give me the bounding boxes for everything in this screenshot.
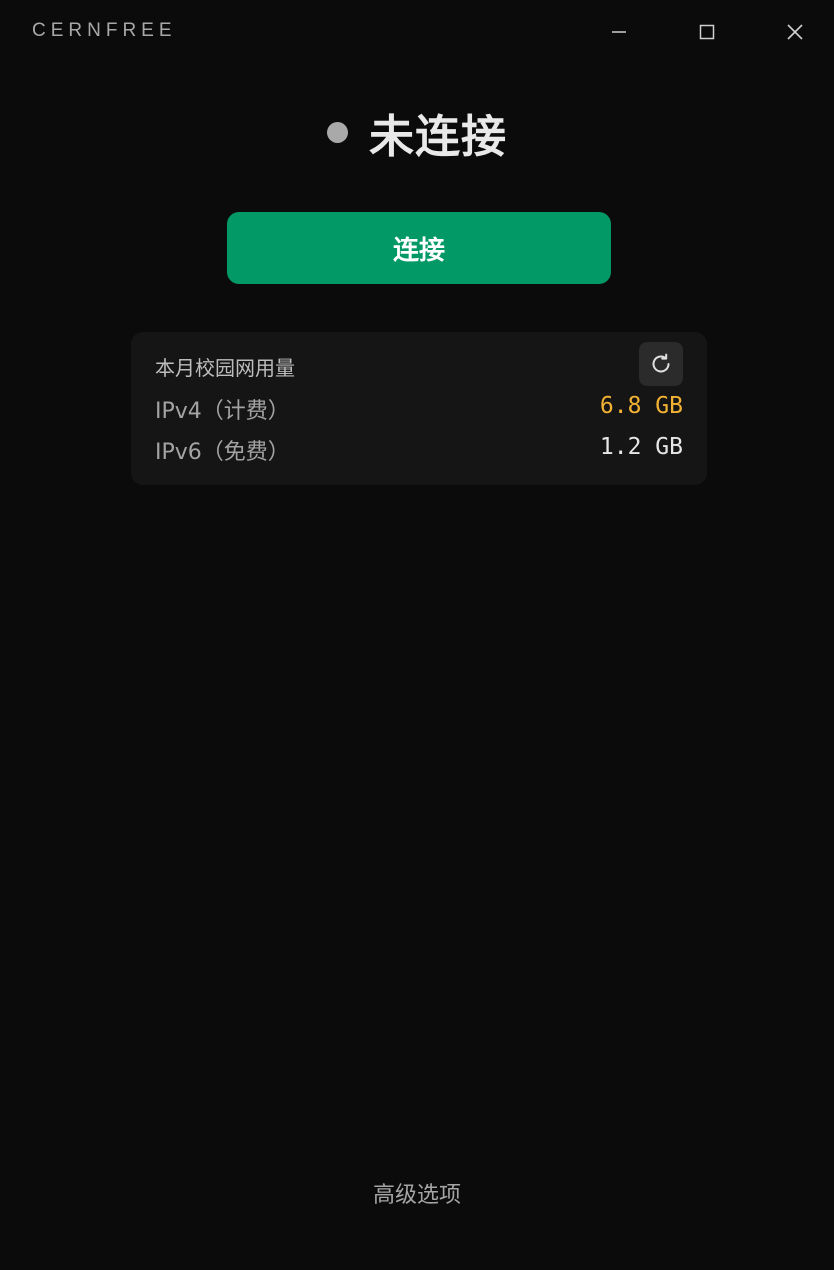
usage-label-ipv6: IPv6（免费） — [155, 440, 290, 465]
minimize-button[interactable] — [601, 14, 637, 50]
usage-row-ipv6: IPv6（免费） 1.2 GB — [155, 434, 683, 465]
maximize-button[interactable] — [689, 14, 725, 50]
app-window: CERNFREE 未连接 连接 本月校园网用量 IPv4（计费） 6.8 GB … — [0, 0, 834, 1270]
maximize-icon — [699, 24, 715, 40]
refresh-icon — [652, 353, 670, 373]
advanced-options-link[interactable]: 高级选项 — [0, 1177, 834, 1209]
usage-value-ipv4: 6.8 GB — [599, 393, 683, 419]
minimize-icon — [612, 31, 626, 33]
usage-title: 本月校园网用量 — [155, 356, 295, 380]
status-text: 未连接 — [368, 110, 507, 163]
usage-card: 本月校园网用量 IPv4（计费） 6.8 GB IPv6（免费） 1.2 GB — [131, 332, 707, 485]
connection-status: 未连接 — [0, 100, 834, 165]
close-icon — [787, 24, 803, 40]
usage-label-ipv4: IPv4（计费） — [155, 399, 290, 424]
usage-row-ipv4: IPv4（计费） 6.8 GB — [155, 393, 683, 424]
status-dot — [326, 122, 348, 143]
app-title: CERNFREE — [32, 20, 177, 41]
refresh-button[interactable] — [639, 342, 683, 386]
title-bar[interactable]: CERNFREE — [0, 0, 834, 64]
usage-value-ipv6: 1.2 GB — [599, 434, 683, 460]
connect-button[interactable]: 连接 — [227, 212, 611, 284]
close-button[interactable] — [777, 14, 813, 50]
